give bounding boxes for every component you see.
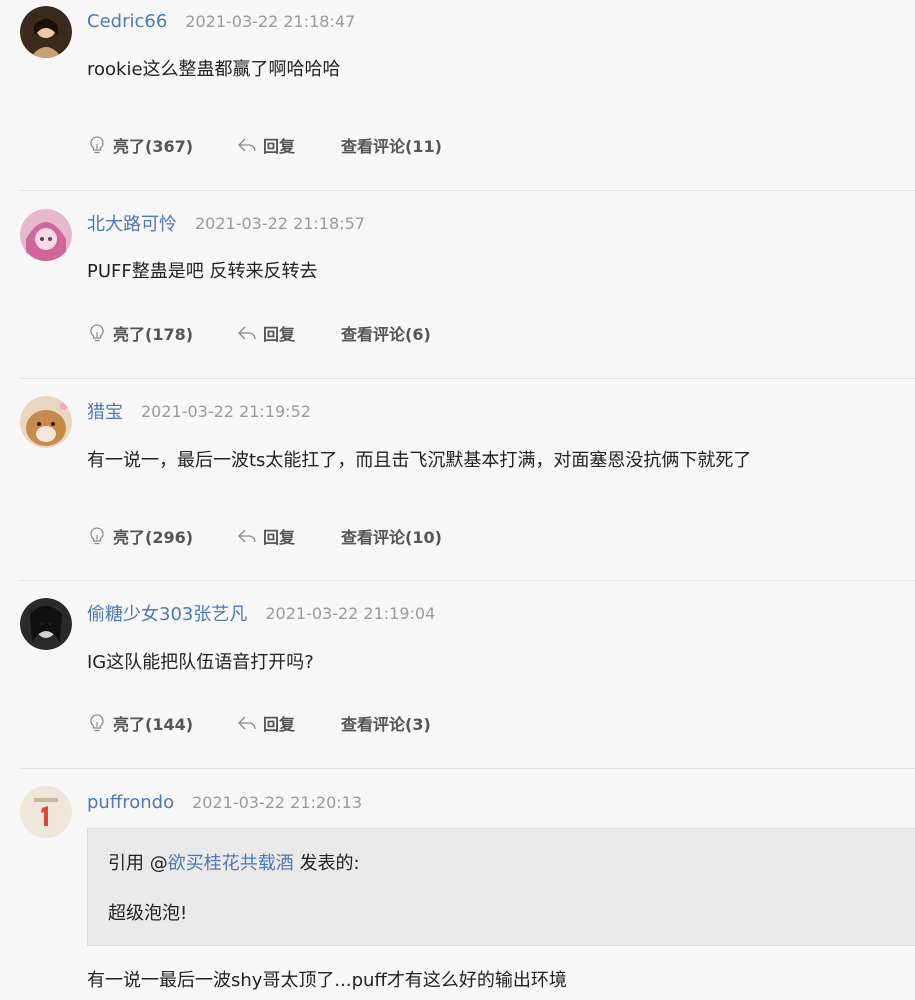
reply-button[interactable]: 回复 <box>237 133 295 157</box>
view-comments-button[interactable]: 查看评论(10) <box>341 524 442 548</box>
timestamp: 2021-03-22 21:18:57 <box>195 213 365 233</box>
comment-text: IG这队能把队伍语音打开吗? <box>87 652 314 673</box>
avatar[interactable] <box>20 786 72 838</box>
view-comments-label: 查看评论(6) <box>341 325 431 344</box>
view-comments-button[interactable]: 查看评论(11) <box>341 133 442 157</box>
like-count-label: 亮了(178) <box>113 325 194 344</box>
username-link[interactable]: 偷糖少女303张艺凡 <box>87 600 247 626</box>
reply-label: 回复 <box>263 715 296 734</box>
lightbulb-icon <box>90 136 104 154</box>
quote-suffix: 发表的: <box>293 853 360 874</box>
divider <box>20 768 915 769</box>
reply-button[interactable]: 回复 <box>237 321 295 345</box>
lightbulb-icon <box>90 527 104 545</box>
comment-text: PUFF整蛊是吧 反转来反转去 <box>87 261 318 282</box>
divider <box>20 190 915 191</box>
avatar[interactable] <box>20 598 72 650</box>
timestamp: 2021-03-22 21:18:47 <box>185 11 356 31</box>
view-comments-button[interactable]: 查看评论(3) <box>341 711 431 735</box>
view-comments-button[interactable]: 查看评论(6) <box>341 321 431 345</box>
reply-label: 回复 <box>263 325 296 344</box>
timestamp: 2021-03-22 21:19:52 <box>141 401 311 421</box>
reply-label: 回复 <box>263 137 296 156</box>
like-count-label: 亮了(144) <box>113 715 194 734</box>
quote-text: 超级泡泡! <box>108 903 188 924</box>
comment-text: 有一说一，最后一波ts太能扛了，而且击飞沉默基本打满，对面塞恩没抗俩下就死了 <box>87 450 752 471</box>
like-button[interactable]: 亮了(296) <box>87 524 193 548</box>
like-button[interactable]: 亮了(178) <box>87 321 193 345</box>
timestamp: 2021-03-22 21:20:13 <box>192 792 363 812</box>
lightbulb-icon <box>90 324 104 342</box>
comment-text: rookie这么整蛊都赢了啊哈哈哈 <box>87 59 341 80</box>
divider <box>20 580 915 581</box>
username-link[interactable]: puffrondo <box>87 792 174 813</box>
reply-arrow-icon <box>238 326 256 340</box>
reply-arrow-icon <box>238 529 256 543</box>
quote-header: 引用 @欲买桂花共载酒 发表的: <box>108 849 360 875</box>
reply-arrow-icon <box>238 716 256 730</box>
quote-prefix: 引用 @ <box>108 853 168 874</box>
view-comments-label: 查看评论(3) <box>341 715 431 734</box>
like-button[interactable]: 亮了(144) <box>87 711 193 735</box>
avatar[interactable] <box>20 6 72 58</box>
quoted-username-link[interactable]: 欲买桂花共载酒 <box>168 853 294 874</box>
avatar[interactable] <box>20 209 72 261</box>
lightbulb-icon <box>90 714 104 732</box>
quote-block: 引用 @欲买桂花共载酒 发表的: 超级泡泡! <box>87 828 915 946</box>
reply-button[interactable]: 回复 <box>237 524 295 548</box>
reply-button[interactable]: 回复 <box>237 711 295 735</box>
comment-text: 有一说一最后一波shy哥太顶了...puff才有这么好的输出环境 <box>87 970 567 991</box>
avatar[interactable] <box>20 396 72 448</box>
like-count-label: 亮了(367) <box>113 137 194 156</box>
username-link[interactable]: Cedric66 <box>87 11 167 32</box>
like-button[interactable]: 亮了(367) <box>87 133 193 157</box>
like-count-label: 亮了(296) <box>113 528 194 547</box>
reply-label: 回复 <box>263 528 296 547</box>
reply-arrow-icon <box>238 138 256 152</box>
timestamp: 2021-03-22 21:19:04 <box>265 603 436 623</box>
username-link[interactable]: 猎宝 <box>87 398 123 424</box>
divider <box>20 378 915 379</box>
view-comments-label: 查看评论(11) <box>341 137 442 156</box>
view-comments-label: 查看评论(10) <box>341 528 442 547</box>
username-link[interactable]: 北大路可怜 <box>87 210 177 236</box>
